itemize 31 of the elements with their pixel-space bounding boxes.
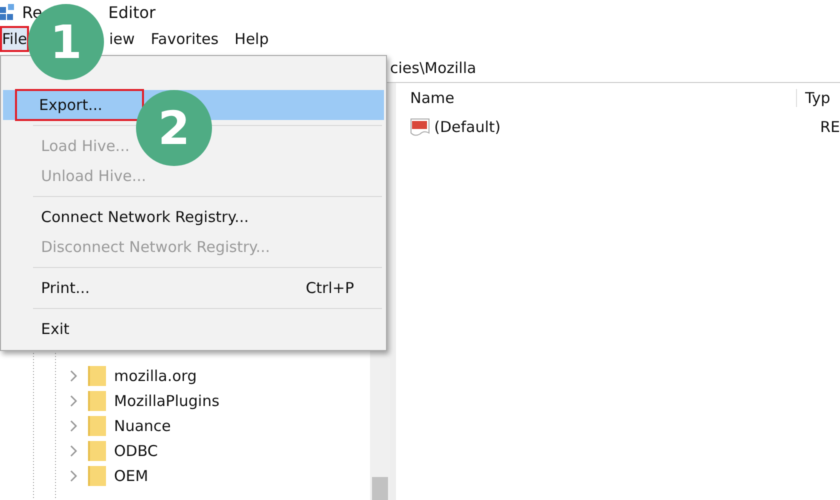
menu-item[interactable]: Help <box>226 26 277 52</box>
menu-item[interactable]: File <box>0 26 30 52</box>
folder-icon <box>88 366 106 386</box>
column-header[interactable]: Typ <box>797 89 830 107</box>
registry-icon <box>0 3 16 21</box>
chevron-icon[interactable] <box>70 470 78 482</box>
menu-item[interactable]: iew <box>109 26 143 52</box>
column-header[interactable]: Name <box>410 89 798 107</box>
chevron-icon[interactable] <box>70 394 78 406</box>
tree-item[interactable]: MozillaPlugins <box>114 392 220 410</box>
folder-icon <box>88 440 106 460</box>
scroll-thumb[interactable] <box>372 477 388 500</box>
tree-item[interactable]: mozilla.org <box>114 366 197 384</box>
menu-item[interactable]: Print... Ctrl+P <box>3 273 384 303</box>
folder-icon <box>88 466 106 486</box>
menu-item[interactable]: Exit <box>3 314 384 344</box>
window-title: Editor <box>108 2 156 22</box>
menu-item[interactable]: Favorites <box>142 26 227 52</box>
folder-icon <box>88 416 106 436</box>
chevron-icon[interactable] <box>70 420 78 432</box>
string-value-icon <box>410 117 430 137</box>
tree-item[interactable]: OEM <box>114 466 148 484</box>
value-type: RE <box>819 118 840 136</box>
tree-item[interactable]: Nuance <box>114 416 171 434</box>
tree-item[interactable]: ODBC <box>114 442 158 460</box>
chevron-icon[interactable] <box>70 444 78 456</box>
folder-icon <box>88 390 106 410</box>
value-name[interactable]: (Default) <box>434 118 808 136</box>
chevron-icon[interactable] <box>70 370 78 382</box>
menu-item[interactable]: Connect Network Registry... <box>3 202 384 232</box>
address-path[interactable]: cies\Mozilla <box>390 59 476 77</box>
